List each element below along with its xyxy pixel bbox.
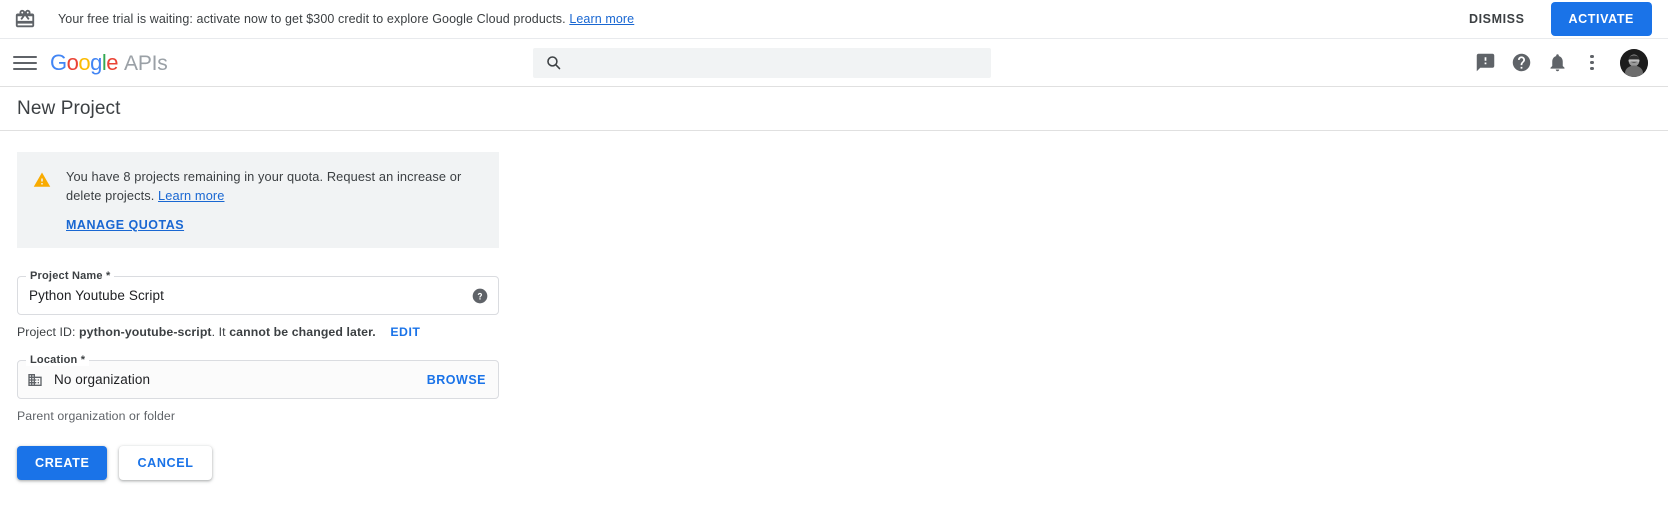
- promo-actions: DISMISS ACTIVATE: [1455, 2, 1652, 36]
- search-bar[interactable]: [533, 47, 991, 78]
- more-options-icon[interactable]: [1582, 53, 1602, 73]
- page-title: New Project: [17, 97, 121, 119]
- project-name-label: Project Name *: [26, 270, 115, 282]
- project-name-label-text: Project Name: [30, 270, 103, 282]
- google-apis-logo[interactable]: Google APIs: [50, 50, 168, 76]
- location-label: Location *: [26, 354, 90, 366]
- hamburger-menu-icon[interactable]: [12, 50, 38, 76]
- trial-promo-banner: Your free trial is waiting: activate now…: [0, 0, 1668, 39]
- notifications-icon[interactable]: [1546, 52, 1568, 74]
- cancel-button[interactable]: CANCEL: [119, 446, 212, 480]
- dismiss-button[interactable]: DISMISS: [1455, 3, 1539, 35]
- top-app-bar: Google APIs: [0, 39, 1668, 87]
- promo-message-text: Your free trial is waiting: activate now…: [58, 12, 566, 26]
- organization-icon: [27, 372, 43, 388]
- google-wordmark: Google: [50, 49, 119, 76]
- product-name-apis: APIs: [124, 51, 168, 75]
- search-box[interactable]: [533, 47, 991, 78]
- location-field[interactable]: Location * No organization BROWSE: [17, 354, 499, 399]
- warning-icon: [33, 171, 51, 189]
- activate-button[interactable]: ACTIVATE: [1550, 2, 1652, 36]
- logo-letter-o2: o: [78, 49, 91, 75]
- logo-letter-o1: o: [66, 49, 79, 75]
- quota-banner-body: You have 8 projects remaining in your qu…: [66, 167, 483, 234]
- logo-letter-g1: G: [50, 49, 67, 75]
- search-icon: [545, 54, 562, 71]
- help-icon[interactable]: [1510, 52, 1532, 74]
- location-required-marker: *: [80, 354, 86, 366]
- user-avatar[interactable]: [1620, 48, 1648, 77]
- promo-message: Your free trial is waiting: activate now…: [58, 12, 634, 26]
- browse-location-button[interactable]: BROWSE: [427, 373, 488, 387]
- gift-icon: [14, 8, 36, 30]
- help-circle-icon[interactable]: [472, 288, 488, 304]
- logo-letter-e: e: [106, 49, 119, 75]
- location-label-text: Location: [30, 354, 78, 366]
- edit-project-id-link[interactable]: EDIT: [390, 325, 420, 339]
- project-id-prefix: Project ID:: [17, 325, 76, 339]
- project-name-field[interactable]: Project Name *: [17, 270, 499, 315]
- location-value: No organization: [54, 372, 151, 387]
- location-helper-text: Parent organization or folder: [17, 409, 176, 423]
- app-bar-actions: [1474, 48, 1654, 77]
- form-actions: CREATE CANCEL: [17, 446, 1668, 480]
- create-button[interactable]: CREATE: [17, 446, 108, 480]
- project-id-line: Project ID: python-youtube-script. It ca…: [17, 325, 1668, 339]
- project-name-required-marker: *: [105, 270, 111, 282]
- project-id-value: python-youtube-script: [79, 325, 212, 339]
- quota-learn-more-link[interactable]: Learn more: [158, 188, 224, 203]
- project-id-immutable-note: cannot be changed later.: [229, 325, 376, 339]
- quota-message: You have 8 projects remaining in your qu…: [66, 167, 483, 205]
- logo-letter-g2: g: [90, 49, 102, 75]
- search-input[interactable]: [574, 47, 991, 78]
- feedback-icon[interactable]: [1474, 52, 1496, 74]
- manage-quotas-link[interactable]: MANAGE QUOTAS: [66, 218, 184, 232]
- project-id-middle: . It: [211, 325, 226, 339]
- project-name-input[interactable]: [27, 277, 466, 314]
- quota-message-text: You have 8 projects remaining in your qu…: [66, 169, 462, 203]
- main-content: You have 8 projects remaining in your qu…: [0, 131, 1668, 480]
- quota-warning-banner: You have 8 projects remaining in your qu…: [17, 152, 499, 248]
- promo-learn-more-link[interactable]: Learn more: [569, 12, 634, 26]
- page-title-bar: New Project: [0, 87, 1668, 131]
